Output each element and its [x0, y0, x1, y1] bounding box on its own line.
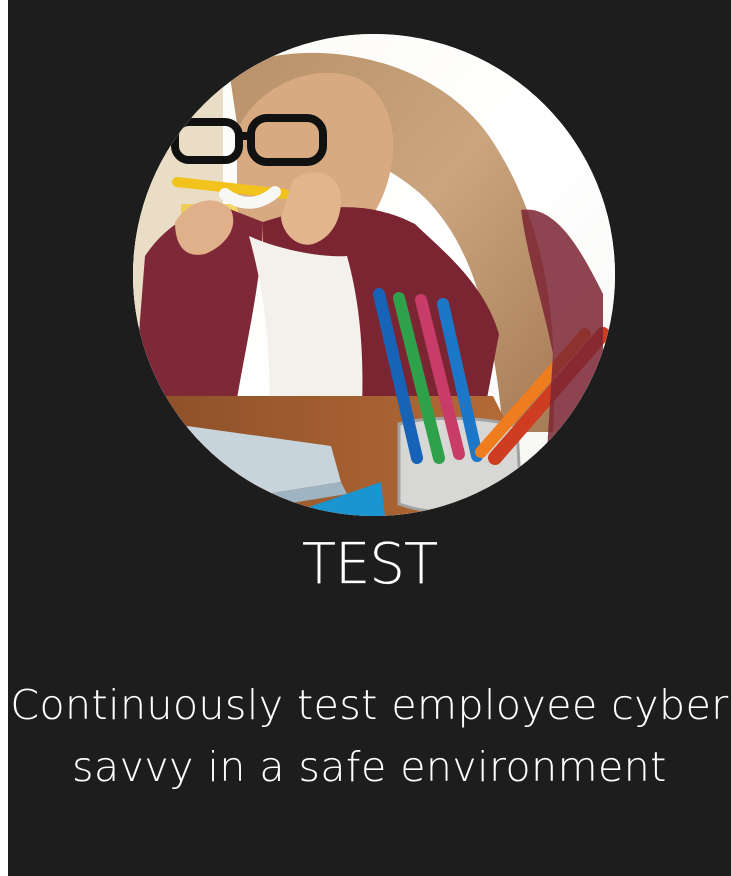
- feature-photo: [133, 34, 615, 516]
- feature-description: Continuously test employee cyber savvy i…: [8, 674, 731, 798]
- feature-description-line: Continuously test employee cyber: [10, 681, 729, 729]
- feature-card: TEST Continuously test employee cyber sa…: [8, 0, 731, 876]
- woman-pencil-illustration: [133, 34, 615, 516]
- feature-description-line: savvy in a safe environment: [72, 743, 667, 791]
- feature-title: TEST: [301, 532, 439, 597]
